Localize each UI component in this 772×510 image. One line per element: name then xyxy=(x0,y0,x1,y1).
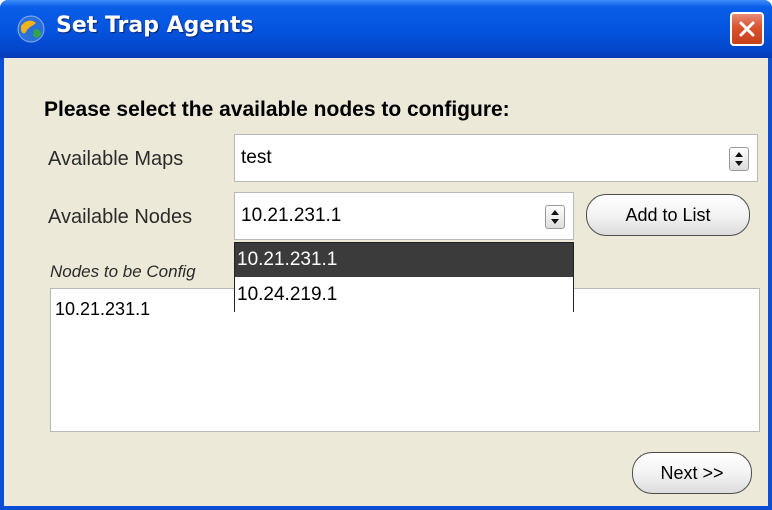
title-bar[interactable]: Set Trap Agents xyxy=(0,0,772,58)
globe-icon xyxy=(16,14,46,44)
dialog-content: Please select the available nodes to con… xyxy=(4,58,768,506)
close-icon xyxy=(739,21,755,37)
nodes-to-configure-label: Nodes to be Config xyxy=(50,262,196,281)
available-nodes-label: Available Nodes xyxy=(48,206,193,228)
dropdown-option[interactable]: 10.21.231.1 xyxy=(235,243,573,277)
instruction-heading: Please select the available nodes to con… xyxy=(44,98,510,121)
available-nodes-select[interactable]: 10.21.231.1 xyxy=(234,192,574,240)
available-nodes-value: 10.21.231.1 xyxy=(241,205,342,226)
dialog-window: Set Trap Agents Please select the availa… xyxy=(0,0,772,510)
list-item[interactable]: 10.21.231.1 xyxy=(55,299,150,320)
close-button[interactable] xyxy=(730,12,764,46)
available-maps-select[interactable]: test xyxy=(234,134,758,182)
window-title: Set Trap Agents xyxy=(56,13,254,38)
spinner-arrows-icon[interactable] xyxy=(729,147,749,171)
available-maps-label: Available Maps xyxy=(48,148,184,170)
dropdown-option[interactable]: 10.24.219.1 xyxy=(235,278,573,312)
next-button[interactable]: Next >> xyxy=(632,452,752,494)
add-to-list-button[interactable]: Add to List xyxy=(586,194,750,236)
nodes-dropdown-list[interactable]: 10.21.231.1 10.24.219.1 xyxy=(234,242,574,312)
spinner-arrows-icon[interactable] xyxy=(545,205,565,229)
available-maps-value: test xyxy=(241,147,272,168)
